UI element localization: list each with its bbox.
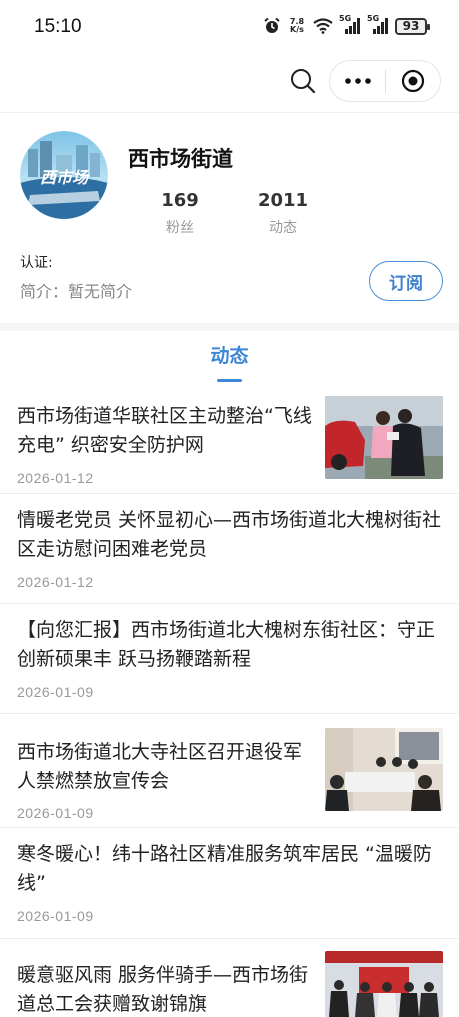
list-item[interactable]: 西市场街道华联社区主动整治“飞线充电” 织密安全防护网 2026-01-12 (0, 390, 459, 494)
article-title: 寒冬暖心！纬十路社区精准服务筑牢居民 “温暖防线” (17, 843, 432, 894)
list-item[interactable]: 寒冬暖心！纬十路社区精准服务筑牢居民 “温暖防线” 2026-01-09 (0, 828, 459, 939)
tab-active-indicator (217, 379, 242, 382)
article-date: 2026-01-09 (17, 684, 94, 700)
subscribe-button[interactable]: 订阅 (369, 261, 443, 301)
status-time: 15:10 (34, 16, 82, 37)
list-item[interactable]: 情暖老党员 关怀显初心—西市场街道北大槐树街社区走访慰问困难老党员 2026-0… (0, 494, 459, 604)
stat-label: 动态 (269, 220, 297, 236)
search-icon[interactable] (288, 66, 318, 96)
target-icon[interactable] (386, 60, 440, 102)
stat-posts[interactable]: 2011 动态 (243, 190, 323, 237)
net-speed-unit: K/s (290, 25, 304, 34)
signal-icon-2: 5G (367, 14, 389, 34)
stat-followers[interactable]: 169 粉丝 (140, 190, 220, 237)
list-item[interactable]: 暖意驱风雨 服务伴骑手—西市场街道总工会获赠致谢锦旗 (0, 939, 459, 1017)
top-toolbar (0, 56, 459, 108)
article-date: 2026-01-09 (17, 805, 94, 821)
alarm-icon (263, 17, 281, 35)
battery-indicator: 93 (395, 17, 430, 35)
signal-label-1: 5G (339, 14, 352, 23)
status-icons: 7.8 K/s 5G 5G 93 (263, 14, 430, 35)
verify-label: 认证: (20, 255, 53, 271)
list-item[interactable]: 【向您汇报】西市场街道北大槐树东街社区：守正创新硕果丰 跃马扬鞭踏新程 2026… (0, 604, 459, 714)
article-thumbnail (325, 728, 443, 811)
net-speed: 7.8 K/s (287, 18, 307, 34)
article-thumbnail (325, 396, 443, 479)
section-divider (0, 323, 459, 331)
article-date: 2026-01-09 (17, 908, 94, 924)
article-title: 情暖老党员 关怀显初心—西市场街道北大槐树街社区走访慰问困难老党员 (17, 509, 442, 560)
mini-program-capsule (329, 60, 441, 102)
article-thumbnail (325, 951, 443, 1017)
tab-posts[interactable]: 动态 (0, 341, 459, 368)
stat-value: 169 (161, 190, 199, 211)
article-title: 暖意驱风雨 服务伴骑手—西市场街道总工会获赠致谢锦旗 (17, 964, 309, 1015)
signal-label-2: 5G (367, 14, 380, 23)
article-date: 2026-01-12 (17, 574, 94, 590)
account-name: 西市场街道 (128, 147, 233, 171)
article-title: 西市场街道华联社区主动整治“飞线充电” 织密安全防护网 (17, 405, 312, 456)
more-icon[interactable] (330, 60, 385, 102)
avatar[interactable]: 西市场 (20, 131, 108, 219)
list-item[interactable]: 西市场街道北大寺社区召开退役军人禁燃禁放宣传会 2026-01-09 (0, 714, 459, 828)
article-date: 2026-01-12 (17, 470, 94, 486)
stat-label: 粉丝 (166, 220, 194, 236)
avatar-text: 西市场 (40, 168, 90, 187)
toolbar-divider (0, 112, 459, 113)
signal-icon-1: 5G (339, 14, 361, 34)
article-title: 西市场街道北大寺社区召开退役军人禁燃禁放宣传会 (17, 741, 303, 792)
article-title: 【向您汇报】西市场街道北大槐树东街社区：守正创新硕果丰 跃马扬鞭踏新程 (17, 619, 436, 670)
wifi-icon (313, 18, 333, 34)
status-bar: 15:10 7.8 K/s 5G 5G 93 (0, 0, 459, 56)
stat-value: 2011 (257, 190, 309, 211)
intro-text: 简介：暂无简介 (20, 282, 133, 301)
